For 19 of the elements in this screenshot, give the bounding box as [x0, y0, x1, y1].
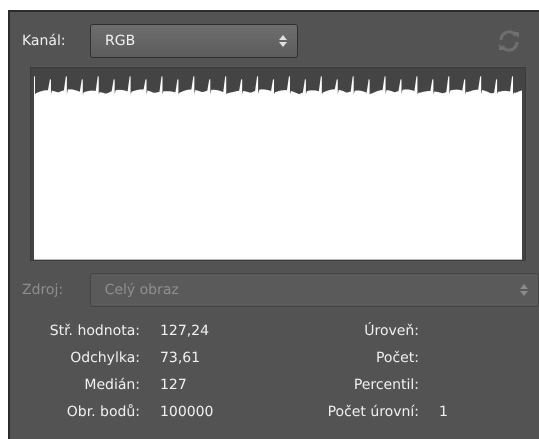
channel-label: Kanál: [22, 33, 67, 49]
stat-value: 127,24 [160, 322, 209, 338]
channel-dropdown[interactable]: RGB [90, 24, 298, 58]
stat-label: Obr. bodů: [66, 404, 141, 420]
stat-value: 100000 [160, 404, 214, 420]
stat-label: Počet: [374, 350, 420, 366]
stat-value: 73,61 [160, 350, 200, 366]
stat-label: Stř. hodnota: [48, 322, 141, 338]
stat-label: Medián: [83, 376, 141, 392]
updown-arrows-icon [279, 35, 287, 47]
stat-value: 1 [439, 404, 448, 420]
stat-label: Percentil: [352, 376, 420, 392]
updown-arrows-icon [520, 284, 528, 296]
stat-value: 127 [160, 376, 187, 392]
stat-label: Počet úrovní: [326, 404, 420, 420]
source-label: Zdroj: [22, 282, 64, 298]
stat-label: Úroveň: [363, 322, 420, 338]
stat-label: Odchylka: [69, 350, 141, 366]
refresh-icon[interactable] [497, 30, 521, 52]
